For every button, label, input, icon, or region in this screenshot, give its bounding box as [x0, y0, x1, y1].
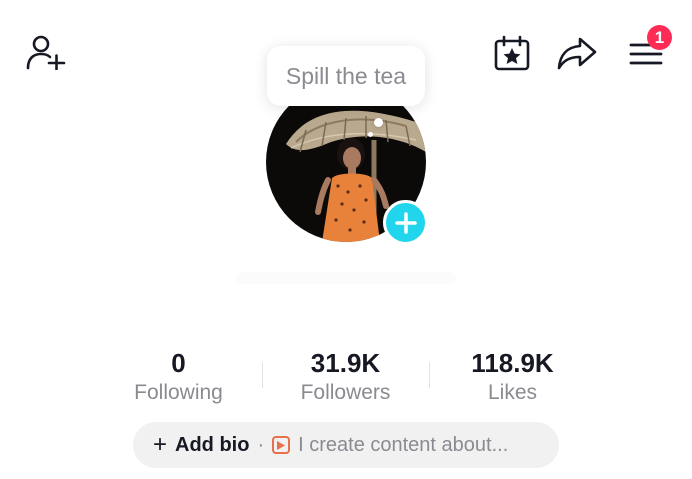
profile-stats: 0 Following 31.9K Followers 118.9K Likes: [95, 348, 597, 408]
add-bio-label: Add bio: [175, 433, 250, 456]
calendar-button[interactable]: [492, 34, 532, 72]
bio-hint-text: I create content about...: [298, 433, 509, 456]
bubble-tail: [374, 118, 383, 127]
plus-icon: +: [153, 431, 168, 458]
share-arrow-icon: [557, 37, 597, 70]
stat-label: Followers: [300, 381, 391, 404]
video-play-icon: [272, 436, 291, 454]
stat-label: Following: [134, 381, 223, 404]
add-bio-button[interactable]: + Add bio · I create content about...: [133, 422, 559, 468]
stat-followers[interactable]: 31.9K Followers: [262, 348, 429, 406]
note-bubble-text: Spill the tea: [285, 62, 407, 89]
stat-value: 31.9K: [310, 348, 381, 378]
stat-label: Likes: [487, 381, 538, 404]
notification-badge: 1: [647, 25, 672, 50]
stat-likes[interactable]: 118.9K Likes: [429, 348, 596, 406]
stat-following[interactable]: 0 Following: [95, 348, 262, 406]
calendar-star-icon: [494, 35, 530, 71]
menu-button[interactable]: 1: [624, 25, 672, 72]
note-bubble[interactable]: Spill the tea: [267, 46, 425, 106]
stat-value: 118.9K: [471, 348, 554, 378]
stat-divider: [262, 362, 263, 388]
share-button[interactable]: [556, 34, 598, 72]
stat-divider: [429, 362, 430, 388]
plus-icon: [394, 211, 417, 234]
avatar-add-button[interactable]: [383, 200, 428, 245]
add-friend-button[interactable]: [24, 32, 68, 72]
bio-separator: ·: [257, 433, 265, 456]
bubble-tail-small: [368, 132, 373, 137]
stat-value: 0: [171, 348, 186, 378]
username-placeholder: [236, 272, 456, 284]
person-add-icon: [26, 35, 66, 70]
